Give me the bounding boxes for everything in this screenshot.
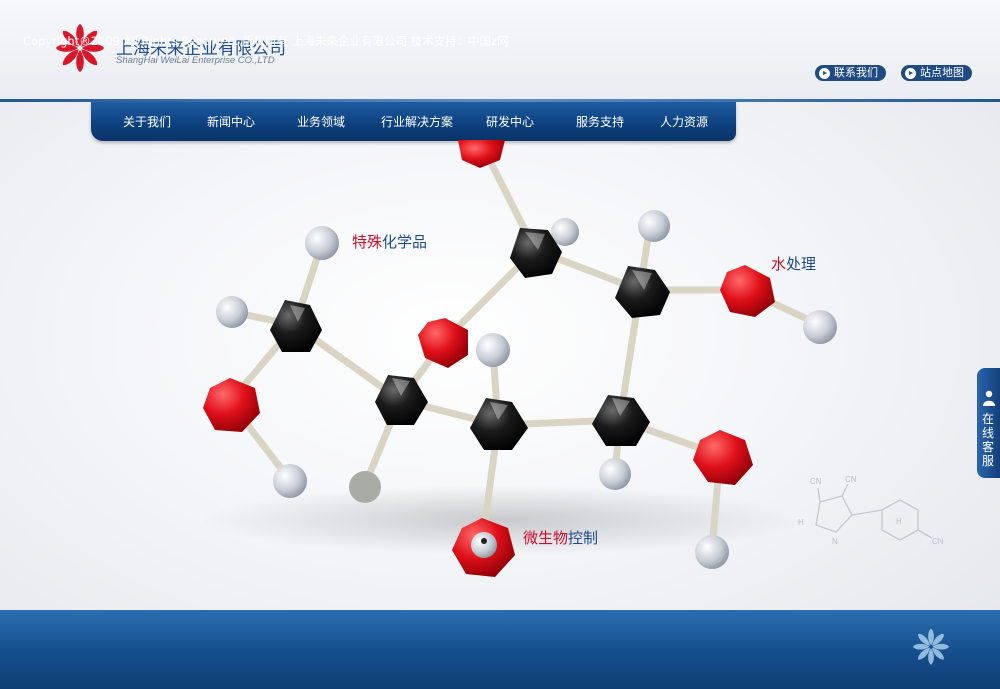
play-circle-icon	[905, 67, 916, 79]
contact-us-button[interactable]: 联系我们	[815, 65, 886, 81]
footer	[0, 610, 1000, 689]
online-service-tab[interactable]: 在线客服	[977, 368, 1000, 478]
label-microbial-control[interactable]: 微生物控制	[523, 527, 598, 548]
label-water-treatment[interactable]: 水处理	[771, 253, 816, 274]
person-icon	[983, 390, 995, 406]
chem-label-n: N	[832, 537, 838, 546]
chem-label-cn1: CN	[810, 477, 822, 486]
chem-label-h2: H	[896, 517, 902, 526]
company-name-en: ShangHai WeiLai Enterprise CO.,LTD	[116, 55, 275, 66]
play-circle-icon	[819, 67, 830, 79]
site-map-label: 站点地图	[920, 66, 964, 79]
site-map-button[interactable]: 站点地图	[901, 65, 972, 81]
label-special-chemicals[interactable]: 特殊化学品	[352, 231, 427, 252]
footer-logo-flower-icon	[913, 628, 949, 665]
chem-label-cn2: CN	[845, 475, 857, 484]
footer-copyright: Copyright®2009 All Rights Reserved. 版权所有…	[23, 34, 509, 48]
online-service-label: 在线客服	[982, 412, 995, 468]
chemical-structure-graphic: CN CN H N H CN	[798, 475, 944, 546]
chem-label-cn3: CN	[932, 537, 944, 546]
contact-us-label: 联系我们	[834, 66, 878, 79]
chem-label-h1: H	[798, 518, 804, 527]
